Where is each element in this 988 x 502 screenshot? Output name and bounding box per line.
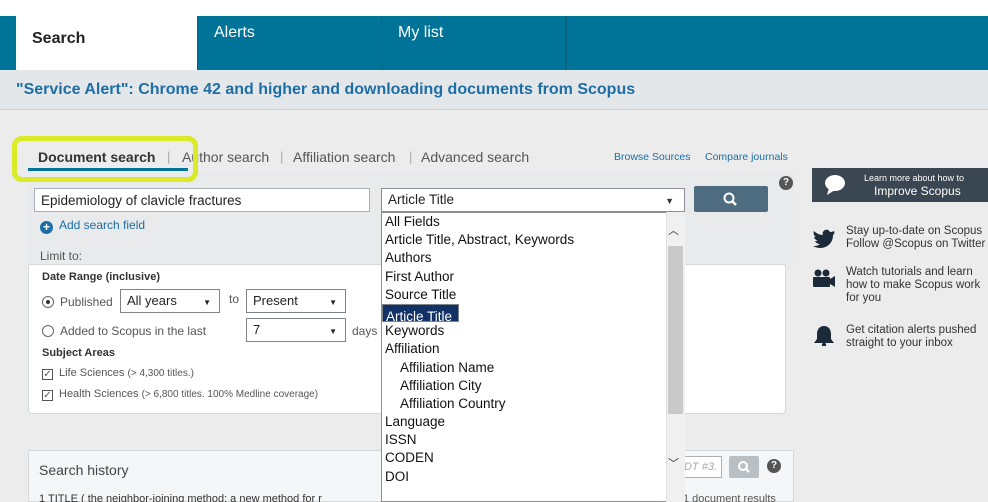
- chevron-down-icon: ▼: [329, 298, 337, 307]
- dropdown-option[interactable]: Article Title, Abstract, Keywords: [382, 231, 684, 249]
- add-search-field-link[interactable]: + Add search field: [40, 218, 145, 234]
- chevron-down-icon: ▼: [203, 298, 211, 307]
- scroll-down-icon[interactable]: ﹀: [668, 455, 679, 471]
- search-icon: [738, 461, 750, 473]
- published-radio[interactable]: Published: [42, 295, 113, 309]
- tab-search[interactable]: Search: [16, 16, 198, 70]
- dropdown-option[interactable]: Affiliation Country: [382, 395, 684, 413]
- plus-icon: +: [40, 221, 53, 234]
- dropdown-option[interactable]: Article Title: [382, 303, 460, 324]
- twitter-icon[interactable]: [812, 227, 836, 249]
- compare-journals-link[interactable]: Compare journals: [705, 151, 788, 163]
- dropdown-option[interactable]: CODEN: [382, 449, 684, 467]
- limit-to-label: Limit to:: [40, 249, 83, 263]
- checkbox-checked-icon: ✓: [42, 390, 53, 401]
- tab-advanced-search[interactable]: Advanced search: [421, 149, 529, 165]
- health-sciences-checkbox[interactable]: ✓ Health Sciences (> 6,800 titles. 100% M…: [42, 388, 318, 401]
- dropdown-option[interactable]: All Fields: [382, 213, 684, 231]
- dropdown-option[interactable]: Authors: [382, 249, 684, 267]
- tutorials-text[interactable]: Watch tutorials and learn how to make Sco…: [846, 266, 980, 305]
- added-days-select[interactable]: 7 ▼: [246, 318, 346, 342]
- bell-icon[interactable]: [812, 324, 836, 346]
- added-radio[interactable]: Added to Scopus in the last: [42, 324, 206, 338]
- service-alert-bar: "Service Alert": Chrome 42 and higher an…: [0, 70, 988, 110]
- dropdown-option[interactable]: Language: [382, 413, 684, 431]
- history-results[interactable]: 1 document results: [683, 493, 776, 502]
- chat-bubble-icon: [825, 175, 845, 195]
- help-icon[interactable]: ?: [779, 176, 793, 190]
- published-to-select[interactable]: Present ▼: [246, 289, 346, 313]
- chevron-down-icon: ▼: [665, 196, 674, 206]
- tab-alerts[interactable]: Alerts: [198, 16, 382, 70]
- radio-selected-icon: [42, 296, 54, 308]
- life-sciences-checkbox[interactable]: ✓ Life Sciences (> 4,300 titles.): [42, 367, 194, 380]
- dropdown-option[interactable]: Affiliation: [382, 340, 684, 358]
- history-help-icon[interactable]: ?: [767, 459, 781, 473]
- dropdown-option[interactable]: Affiliation Name: [382, 359, 684, 377]
- published-from-select[interactable]: All years ▼: [120, 289, 220, 313]
- search-field-value: Article Title: [388, 192, 455, 207]
- search-field-dropdown[interactable]: All Fields Article Title, Abstract, Keywo…: [381, 212, 685, 502]
- dropdown-scroll-thumb[interactable]: [668, 246, 683, 414]
- dropdown-option[interactable]: Affiliation City: [382, 377, 684, 395]
- dropdown-option[interactable]: DOI: [382, 468, 684, 486]
- date-range-label: Date Range (inclusive): [42, 271, 160, 283]
- dropdown-option[interactable]: Source Title: [382, 286, 684, 304]
- combine-search-button[interactable]: [729, 456, 759, 478]
- search-field-select[interactable]: Article Title ▼: [381, 188, 685, 212]
- video-tutorial-icon[interactable]: [812, 268, 836, 290]
- days-label: days: [352, 324, 378, 338]
- dropdown-option[interactable]: ISSN: [382, 431, 684, 449]
- top-whitespace: [0, 0, 988, 12]
- citation-alerts-text[interactable]: Get citation alerts pushed straight to yo…: [846, 324, 976, 350]
- search-query-input[interactable]: Epidemiology of clavicle fractures: [34, 188, 370, 212]
- to-label: to: [229, 292, 240, 306]
- checkbox-checked-icon: ✓: [42, 369, 53, 380]
- dropdown-option[interactable]: First Author: [382, 268, 684, 286]
- service-alert-link[interactable]: "Service Alert": Chrome 42 and higher an…: [16, 81, 635, 99]
- browse-sources-link[interactable]: Browse Sources: [614, 151, 690, 163]
- twitter-text[interactable]: Stay up-to-date on Scopus Follow @Scopus …: [846, 225, 985, 251]
- search-history-title: Search history: [39, 462, 129, 478]
- scroll-up-icon[interactable]: ︿: [668, 222, 679, 238]
- chevron-down-icon: ▼: [329, 327, 337, 336]
- improve-scopus-button[interactable]: Learn more about how to Improve Scopus: [812, 168, 988, 202]
- history-row[interactable]: 1 TITLE ( the neighbor-joining method: a…: [39, 493, 322, 502]
- subject-areas-label: Subject Areas: [42, 347, 115, 359]
- search-button[interactable]: [694, 186, 768, 212]
- highlight-annotation: [12, 136, 198, 182]
- tab-affiliation-search[interactable]: Affiliation search: [293, 149, 395, 165]
- radio-empty-icon: [42, 325, 54, 337]
- tab-my-list[interactable]: My list: [382, 16, 566, 70]
- navbar-fill: [566, 16, 988, 70]
- search-icon: [723, 192, 737, 206]
